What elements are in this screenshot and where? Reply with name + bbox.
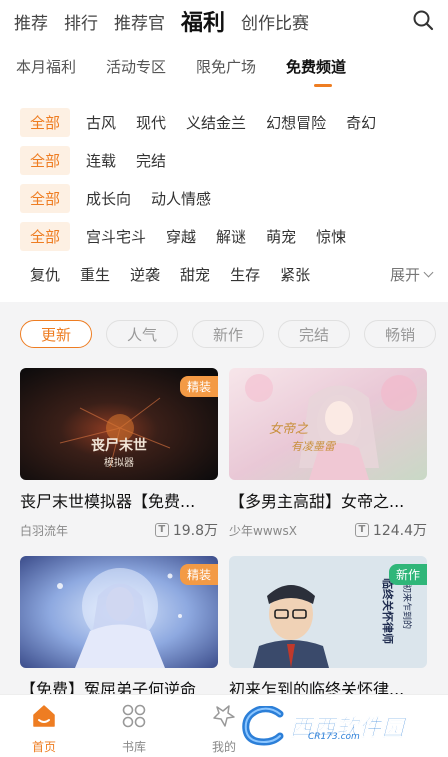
- tab-contest[interactable]: 创作比赛: [241, 9, 309, 34]
- filter-chip[interactable]: 穿越: [166, 226, 196, 247]
- filter-chip[interactable]: 复仇: [30, 264, 60, 285]
- cover-title: 临终关怀律师: [381, 578, 395, 644]
- filter-chip[interactable]: 宫斗宅斗: [86, 226, 146, 247]
- book-author: 少年wwwsX: [229, 523, 297, 538]
- subtab-events[interactable]: 活动专区: [106, 56, 166, 96]
- ticket-icon: T: [154, 523, 169, 537]
- watermark-logo-icon: [242, 706, 284, 746]
- filter-chip[interactable]: 生存: [230, 264, 260, 285]
- book-card[interactable]: 初来乍到的 临终关怀律师 新作 初来乍到的临终关怀律...: [229, 556, 427, 700]
- watermark-subtext: CR173.com: [308, 732, 360, 742]
- filter-chip[interactable]: 完结: [136, 150, 166, 171]
- filter-chip[interactable]: 幻想冒险: [266, 112, 326, 133]
- filter-chip[interactable]: 义结金兰: [186, 112, 246, 133]
- tab-welfare[interactable]: 福利: [181, 5, 225, 37]
- filter-chip[interactable]: 紧张: [280, 264, 310, 285]
- sort-tab-popular[interactable]: 人气: [106, 320, 179, 348]
- sort-tab-finished[interactable]: 完结: [278, 320, 351, 348]
- badge-new: 新作: [388, 564, 427, 585]
- filter-chip[interactable]: 动人情感: [151, 188, 211, 209]
- book-cover[interactable]: 精装: [20, 556, 218, 668]
- tab-recommend[interactable]: 推荐: [14, 9, 48, 34]
- top-nav: 推荐 排行 推荐官 福利 创作比赛: [0, 0, 448, 42]
- book-card[interactable]: 女帝之 有凌墨雷 【多男主高甜】女帝之... 少年wwwsX T 124.4万: [229, 368, 427, 540]
- filter-all-genre[interactable]: 全部: [20, 107, 71, 137]
- nav-home-label: 首页: [31, 740, 56, 754]
- filter-chip[interactable]: 古风: [86, 112, 116, 133]
- cover-image: 女帝之 有凌墨雷: [229, 368, 427, 480]
- filter-all-status[interactable]: 全部: [20, 145, 71, 175]
- book-cover[interactable]: 女帝之 有凌墨雷: [229, 368, 427, 480]
- subtab-free-channel[interactable]: 免费频道: [286, 56, 346, 96]
- nav-home[interactable]: 首页: [19, 703, 69, 755]
- views-number: 124.4万: [372, 523, 427, 539]
- sort-tab-new[interactable]: 新作: [192, 320, 265, 348]
- filter-chip[interactable]: 甜宠: [180, 264, 210, 285]
- sub-nav: 本月福利 活动专区 限免广场 免费频道: [0, 56, 448, 96]
- nav-library-label: 书库: [121, 740, 146, 754]
- book-meta: 白羽流年 T 19.8万: [20, 520, 218, 540]
- tab-recommender[interactable]: 推荐官: [114, 9, 165, 34]
- filter-chip[interactable]: 奇幻: [346, 112, 376, 133]
- tab-ranking[interactable]: 排行: [64, 9, 98, 34]
- filter-chip[interactable]: 重生: [80, 264, 110, 285]
- filter-row-tags: 全部 宫斗宅斗 穿越 解谜 萌宠 惊悚: [0, 221, 366, 251]
- sort-tab-update[interactable]: 更新: [20, 320, 93, 348]
- filter-chip[interactable]: 逆袭: [130, 264, 160, 285]
- book-title: 【多男主高甜】女帝之...: [229, 492, 405, 511]
- filter-chip[interactable]: 连载: [86, 150, 116, 171]
- book-list-panel: 更新 人气 新作 完结 畅销 丧尸末世 模拟器 精装 丧尸末世模拟器【免费...…: [0, 302, 448, 702]
- filter-chip[interactable]: 萌宠: [266, 226, 296, 247]
- filter-panel: 全部 古风 现代 义结金兰 幻想冒险 奇幻 全部 连载 完结 全部 成长向 动人…: [0, 104, 448, 300]
- nav-library[interactable]: 书库: [109, 703, 159, 755]
- badge-premium: 精装: [179, 564, 218, 585]
- filter-row-more-tags: 复仇 重生 逆袭 甜宠 生存 紧张 展开: [0, 259, 448, 289]
- ticket-icon: T: [354, 523, 369, 537]
- grid-icon: [122, 704, 146, 728]
- views-count: T 19.8万: [154, 520, 218, 540]
- filter-chip[interactable]: 成长向: [86, 188, 131, 209]
- site-watermark: 西西软件园 CR173.com: [240, 702, 440, 750]
- book-cover[interactable]: 初来乍到的 临终关怀律师 新作: [229, 556, 427, 668]
- filter-all-tags[interactable]: 全部: [20, 221, 71, 251]
- cover-subtitle: 有凌墨雷: [291, 440, 337, 453]
- cover-subtitle: 模拟器: [104, 456, 134, 469]
- filter-row-theme: 全部 成长向 动人情感: [0, 183, 231, 213]
- views-count: T 124.4万: [354, 520, 427, 540]
- book-card[interactable]: 丧尸末世 模拟器 精装 丧尸末世模拟器【免费... 白羽流年 T 19.8万: [20, 368, 218, 540]
- filter-chip[interactable]: 惊悚: [316, 226, 346, 247]
- views-number: 19.8万: [172, 523, 218, 539]
- chevron-down-icon: [423, 267, 434, 277]
- filter-all-theme[interactable]: 全部: [20, 183, 71, 213]
- badge-premium: 精装: [179, 376, 218, 397]
- sort-tabs: 更新 人气 新作 完结 畅销: [20, 320, 448, 348]
- subtab-limited-free[interactable]: 限免广场: [196, 56, 256, 96]
- cover-title: 女帝之: [269, 421, 309, 437]
- expand-label: 展开: [389, 265, 420, 284]
- cover-title: 丧尸末世: [91, 437, 147, 454]
- book-author: 白羽流年: [20, 523, 69, 538]
- subtab-monthly-welfare[interactable]: 本月福利: [16, 56, 76, 96]
- profile-icon: [213, 705, 235, 727]
- filter-chip[interactable]: 解谜: [216, 226, 246, 247]
- sort-tab-bestseller[interactable]: 畅销: [364, 320, 437, 348]
- expand-filters-button[interactable]: 展开: [373, 259, 448, 289]
- book-card[interactable]: 精装 【免费】冤屈弟子何逆命: [20, 556, 218, 700]
- book-cover[interactable]: 丧尸末世 模拟器 精装: [20, 368, 218, 480]
- search-icon[interactable]: [412, 9, 434, 31]
- filter-row-status: 全部 连载 完结: [0, 145, 186, 175]
- cover-subtitle: 初来乍到的: [401, 584, 413, 629]
- filter-row-genre: 全部 古风 现代 义结金兰 幻想冒险 奇幻: [0, 107, 396, 137]
- filter-chip[interactable]: 现代: [136, 112, 166, 133]
- home-icon: [33, 705, 55, 727]
- book-meta: 少年wwwsX T 124.4万: [229, 520, 427, 540]
- book-title: 丧尸末世模拟器【免费...: [20, 492, 196, 511]
